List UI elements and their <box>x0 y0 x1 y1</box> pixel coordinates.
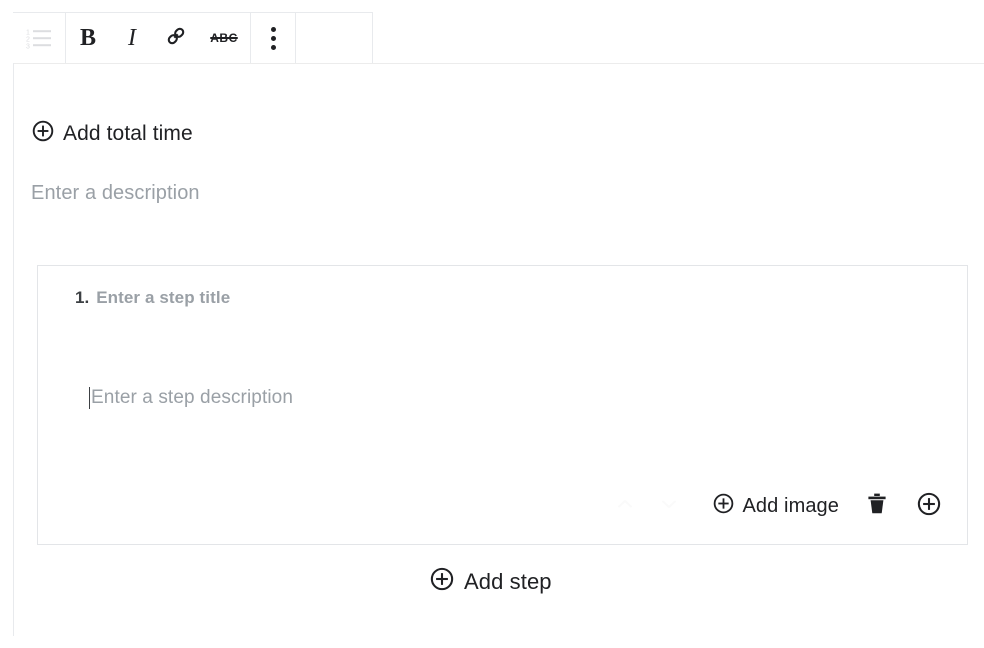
strikethrough-button[interactable]: ABC <box>198 13 250 63</box>
formatting-toolbar: 1 2 3 B I <box>13 12 373 64</box>
ordered-list-icon: 1 2 3 <box>26 27 52 49</box>
svg-text:1: 1 <box>26 30 30 37</box>
link-button[interactable] <box>154 13 198 63</box>
plus-circle-icon <box>713 493 734 519</box>
move-up-icon <box>614 493 636 520</box>
step-card: 1. Enter a step title Enter a step descr… <box>37 265 968 545</box>
toolbar-group-overflow <box>251 13 296 63</box>
trash-icon <box>866 492 888 521</box>
description-input[interactable]: Enter a description <box>31 182 200 205</box>
add-step-label: Add step <box>464 569 552 595</box>
svg-text:2: 2 <box>26 37 30 44</box>
step-number: 1. <box>75 288 89 308</box>
toolbar-group-format: B I ABC <box>66 13 251 63</box>
bold-icon: B <box>80 26 96 50</box>
add-step-inline-button[interactable] <box>909 488 949 524</box>
step-title-input[interactable]: Enter a step title <box>96 288 230 308</box>
plus-circle-icon <box>430 567 454 596</box>
move-step-down-button[interactable] <box>647 488 691 524</box>
italic-button[interactable]: I <box>110 13 154 63</box>
plus-circle-icon <box>32 120 54 147</box>
step-editor: 1 2 3 B I <box>0 0 984 648</box>
add-total-time-button[interactable]: Add total time <box>32 120 193 147</box>
move-down-icon <box>658 493 680 520</box>
ordered-list-button[interactable]: 1 2 3 <box>13 13 65 63</box>
step-description-input[interactable]: Enter a step description <box>91 387 293 409</box>
link-icon <box>164 24 188 53</box>
svg-text:3: 3 <box>26 44 30 50</box>
more-vertical-icon <box>271 27 276 50</box>
add-total-time-label: Add total time <box>63 122 193 146</box>
add-image-label: Add image <box>742 495 839 518</box>
editor-content: Add total time Enter a description 1. En… <box>14 64 984 648</box>
bold-button[interactable]: B <box>66 13 110 63</box>
delete-step-button[interactable] <box>857 488 897 524</box>
plus-circle-icon <box>917 492 941 521</box>
more-options-button[interactable] <box>251 13 295 63</box>
step-title-row: 1. Enter a step title <box>75 288 230 308</box>
toolbar-group-list: 1 2 3 <box>13 13 66 63</box>
add-step-button[interactable]: Add step <box>430 567 552 596</box>
step-description-row: Enter a step description <box>89 387 293 409</box>
strikethrough-icon: ABC <box>210 31 238 45</box>
step-actions: Add image <box>603 488 949 524</box>
text-caret <box>89 387 90 409</box>
add-image-button[interactable]: Add image <box>713 493 839 519</box>
move-step-up-button[interactable] <box>603 488 647 524</box>
italic-icon: I <box>128 26 136 50</box>
